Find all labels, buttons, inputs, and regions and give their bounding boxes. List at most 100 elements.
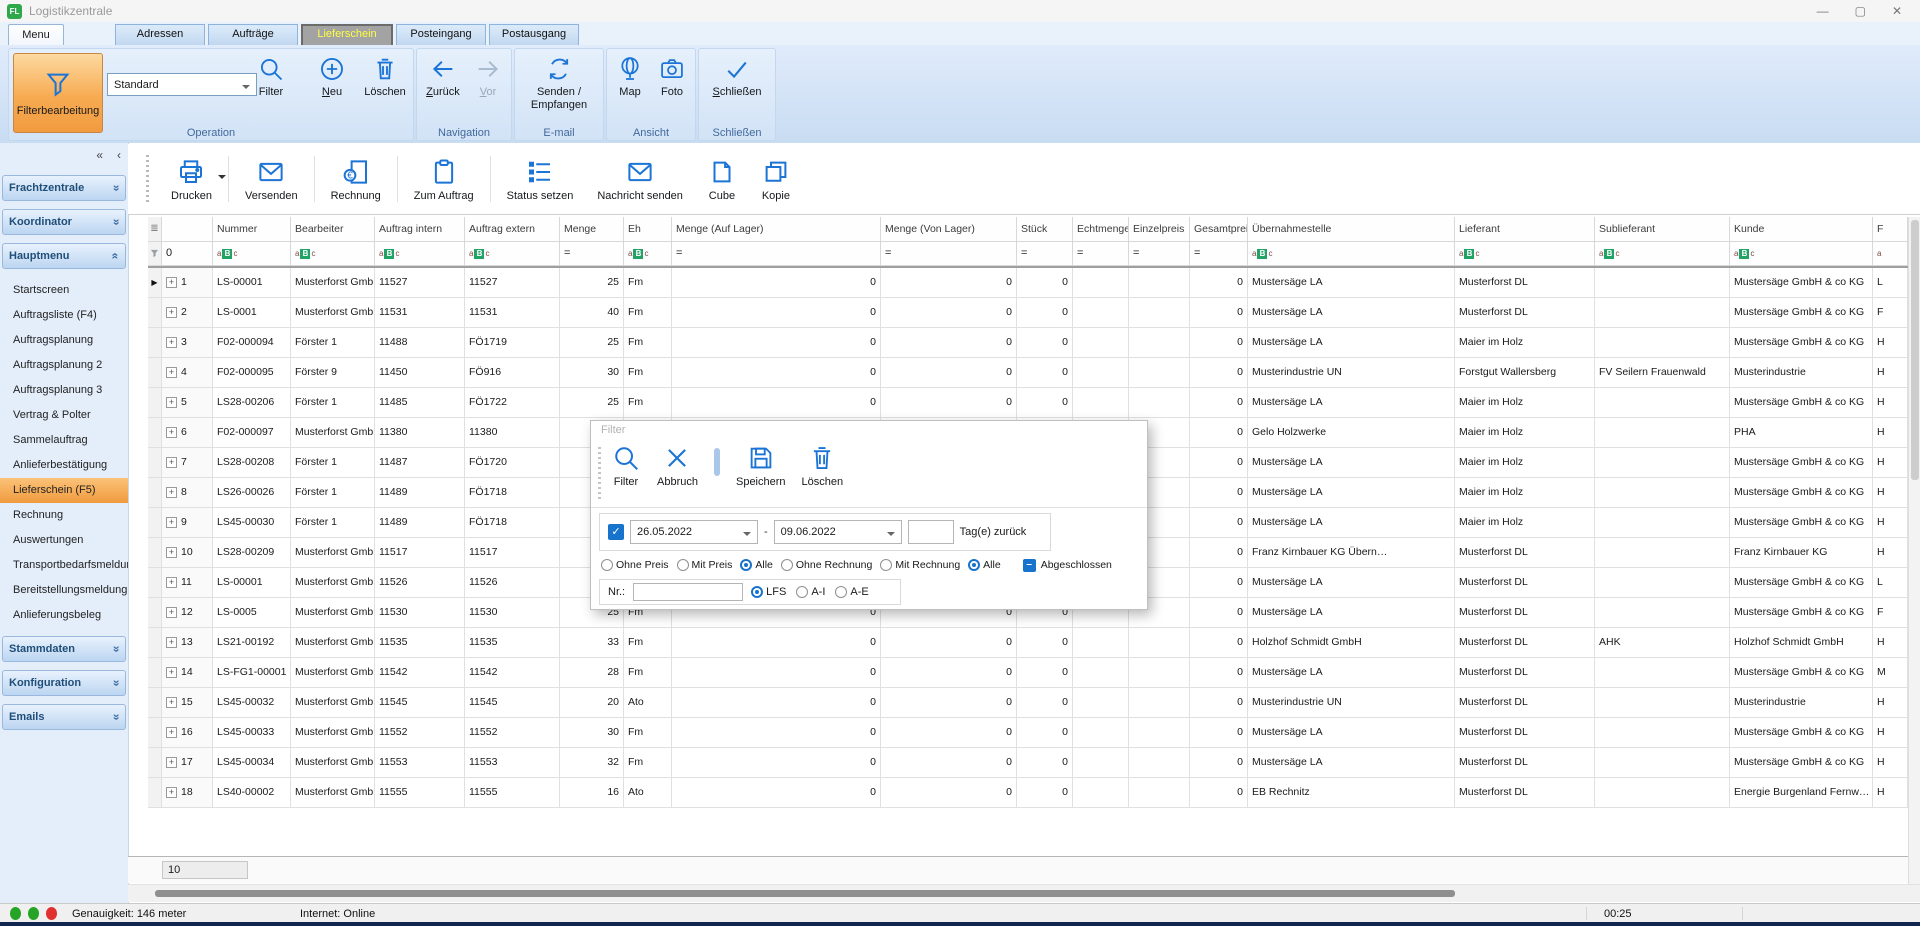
column-header-echtmenge[interactable]: Echtmenge [1073,217,1129,242]
cell-extern[interactable]: 11531 [465,298,560,328]
cell-einzel[interactable] [1129,748,1190,778]
expand-row-icon[interactable]: + [166,727,177,738]
cell-stk[interactable]: 0 [1017,328,1073,358]
sidebar-item-sammelauftrag[interactable]: Sammelauftrag [0,428,128,453]
cell-subl[interactable] [1595,778,1730,808]
tab-lieferschein[interactable]: Lieferschein [301,24,393,47]
cell-kunde[interactable]: Mustersäge GmbH & co KG [1730,388,1873,418]
filter-cell-einzelpreis[interactable]: = [1129,242,1190,266]
cell-lief[interactable]: Musterforst DL [1455,568,1595,598]
cell-auf[interactable]: 0 [672,658,881,688]
cell-menge[interactable]: 25 [560,268,624,298]
cell-auf[interactable]: 0 [672,718,881,748]
filter-row-corner[interactable]: 0 [162,242,213,266]
table-row[interactable]: +4F02-000095Förster 911450FÖ91630Fm0000M… [148,358,1908,388]
cell-eh[interactable]: Fm [624,358,672,388]
cell-menge[interactable]: 25 [560,388,624,418]
cell-ges[interactable]: 0 [1190,298,1248,328]
sidebar-item-auswertungen[interactable]: Auswertungen [0,528,128,553]
column-header-bearbeiter[interactable]: Bearbeiter [291,217,375,242]
filter-button[interactable]: Filter [245,55,297,98]
loeschen-button[interactable]: Löschen [359,55,411,98]
cell-extern[interactable]: 11542 [465,658,560,688]
cell-extern[interactable]: 11526 [465,568,560,598]
cell-intern[interactable]: 11553 [375,748,465,778]
cell-extern[interactable]: FÖ1719 [465,328,560,358]
cell-echt[interactable] [1073,358,1129,388]
cell-ueber[interactable]: Mustersäge LA [1248,598,1455,628]
cell-kunde[interactable]: Mustersäge GmbH & co KG [1730,658,1873,688]
cell-subl[interactable] [1595,388,1730,418]
cell-bearb[interactable]: Musterforst GmbH [291,268,375,298]
vscroll-thumb[interactable] [1911,220,1919,480]
cell-kunde[interactable]: Mustersäge GmbH & co KG [1730,478,1873,508]
cell-kunde[interactable]: Mustersäge GmbH & co KG [1730,268,1873,298]
expand-row-icon[interactable]: + [166,457,177,468]
cell-lief[interactable]: Maier im Holz [1455,448,1595,478]
hscroll-thumb[interactable] [155,890,1455,897]
radio-a-i[interactable]: A-I [796,586,825,598]
cell-lief[interactable]: Musterforst DL [1455,538,1595,568]
cell-intern[interactable]: 11545 [375,688,465,718]
cell-eh[interactable]: Fm [624,268,672,298]
cell-von[interactable]: 0 [881,748,1017,778]
table-row[interactable]: +15LS45-00032Musterforst GmbH11545115452… [148,688,1908,718]
cell-kunde[interactable]: Energie Burgenland Fernw… [1730,778,1873,808]
cell-extern[interactable]: 11552 [465,718,560,748]
expand-row-icon[interactable]: + [166,787,177,798]
dialog-speichern-button[interactable]: Speichern [736,443,786,488]
cell-bearb[interactable]: Musterforst GmbH [291,538,375,568]
cell-auf[interactable]: 0 [672,298,881,328]
cell-tail[interactable]: H [1873,688,1908,718]
radio-mit-rechnung[interactable]: Mit Rechnung [880,559,960,571]
filter-cell-kunde[interactable]: aBc [1730,242,1873,266]
close-button[interactable]: ✕ [1892,1,1902,21]
cell-bearb[interactable]: Förster 1 [291,508,375,538]
zurueck-button[interactable]: Zurück [421,55,465,98]
cell-extern[interactable]: 11527 [465,268,560,298]
cell-intern[interactable]: 11380 [375,418,465,448]
cell-stk[interactable]: 0 [1017,298,1073,328]
cell-auf[interactable]: 0 [672,268,881,298]
cell-intern[interactable]: 11552 [375,718,465,748]
cell-echt[interactable] [1073,298,1129,328]
cell-bearb[interactable]: Musterforst GmbH [291,598,375,628]
cell-ges[interactable]: 0 [1190,328,1248,358]
cell-subl[interactable] [1595,268,1730,298]
cell-tail[interactable]: H [1873,388,1908,418]
filter-cell-übernahmestelle[interactable]: aBc [1248,242,1455,266]
row-header[interactable]: +12 [162,598,213,628]
cell-auf[interactable]: 0 [672,328,881,358]
cell-tail[interactable]: F [1873,598,1908,628]
dialog-grip-handle[interactable] [598,447,601,499]
filter-profile-select[interactable]: Standard [107,73,257,96]
filterbearbeitung-button[interactable]: Filterbearbeitung [13,53,103,133]
table-row[interactable]: +2LS-0001Musterforst GmbH115311153140Fm0… [148,298,1908,328]
cell-menge[interactable]: 32 [560,748,624,778]
row-header[interactable]: +18 [162,778,213,808]
cell-nummer[interactable]: LS45-00030 [213,508,291,538]
nr-input[interactable] [633,583,743,601]
cell-tail[interactable]: H [1873,628,1908,658]
cell-ueber[interactable]: EB Rechnitz [1248,778,1455,808]
map-button[interactable]: Map [611,55,649,98]
column-header-menge-auf-lager[interactable]: Menge (Auf Lager) [672,217,881,242]
row-header[interactable]: +15 [162,688,213,718]
cell-nummer[interactable]: LS21-00192 [213,628,291,658]
cell-tail[interactable]: L [1873,268,1908,298]
vor-button[interactable]: Vor [471,55,505,98]
cell-von[interactable]: 0 [881,628,1017,658]
filter-cell-menge-von-lager[interactable]: = [881,242,1017,266]
cell-bearb[interactable]: Förster 1 [291,448,375,478]
cell-lief[interactable]: Musterforst DL [1455,598,1595,628]
cell-stk[interactable]: 0 [1017,268,1073,298]
cell-menge[interactable]: 28 [560,658,624,688]
tab-aufträge[interactable]: Aufträge [208,24,298,46]
cell-nummer[interactable]: LS-00001 [213,268,291,298]
row-header[interactable]: +11 [162,568,213,598]
cell-ueber[interactable]: Mustersäge LA [1248,268,1455,298]
cell-menge[interactable]: 25 [560,328,624,358]
tab-adressen[interactable]: Adressen [115,24,205,46]
collapse-button[interactable]: ‹ [114,146,124,164]
radio-alle[interactable]: Alle [968,559,1001,571]
